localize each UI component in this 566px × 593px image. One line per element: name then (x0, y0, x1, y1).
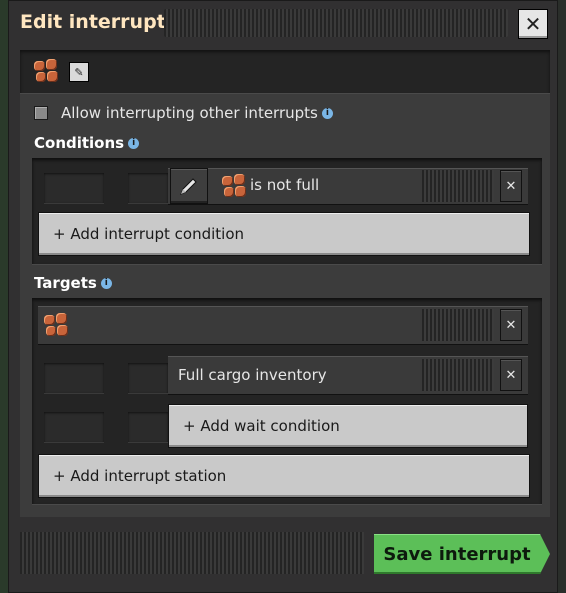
drag-handle[interactable] (422, 170, 494, 202)
save-interrupt-button[interactable]: Save interrupt (374, 534, 550, 574)
title-bar: Edit interrupt ✕ (8, 0, 558, 46)
info-icon[interactable]: i (321, 108, 333, 119)
background-edge-right (558, 0, 566, 593)
allow-interrupting-label: Allow interrupting other interrupts i (61, 104, 333, 122)
footer-drag-handle[interactable] (20, 532, 364, 574)
copper-ore-icon (34, 59, 58, 83)
window-title: Edit interrupt (20, 11, 166, 33)
target-station-row[interactable]: ✕ (38, 306, 528, 344)
conditions-heading: Conditions i (34, 134, 140, 152)
add-interrupt-station-button[interactable]: + Add interrupt station (38, 454, 530, 498)
target-slot-empty (44, 412, 104, 442)
close-button[interactable]: ✕ (518, 9, 548, 39)
close-icon: ✕ (505, 367, 517, 383)
allow-interrupting-checkbox[interactable] (34, 106, 48, 120)
remove-wait-condition-button[interactable]: ✕ (500, 359, 522, 391)
save-interrupt-label: Save interrupt (383, 543, 531, 565)
close-icon: ✕ (505, 317, 517, 333)
condition-row[interactable]: is not full ✕ (168, 168, 528, 204)
interrupt-content: ✎ Allow interrupting other interrupts i C… (20, 50, 550, 517)
remove-station-button[interactable]: ✕ (500, 309, 522, 341)
copper-ore-icon (44, 313, 68, 337)
targets-panel: ✕ Full cargo inventory ✕ + Add wait cond… (32, 298, 542, 504)
condition-slot-empty (44, 173, 104, 203)
pencil-icon: ✎ (74, 65, 84, 79)
wait-condition-row[interactable]: Full cargo inventory ✕ (168, 356, 528, 394)
add-interrupt-condition-button[interactable]: + Add interrupt condition (38, 212, 530, 256)
drag-handle[interactable] (422, 309, 494, 341)
target-slot-empty (44, 363, 104, 393)
info-icon[interactable]: i (128, 138, 140, 149)
conditions-panel: is not full ✕ + Add interrupt condition (32, 158, 542, 264)
targets-heading: Targets i (34, 274, 112, 292)
close-icon: ✕ (524, 12, 542, 36)
info-icon[interactable]: i (100, 278, 112, 289)
condition-text: is not full (250, 176, 320, 194)
remove-condition-button[interactable]: ✕ (500, 170, 522, 202)
window-drag-handle[interactable] (164, 9, 508, 37)
interrupt-name-bar: ✎ (20, 50, 550, 94)
target-slot-empty (128, 412, 168, 442)
edit-name-button[interactable]: ✎ (69, 62, 89, 82)
wait-condition-text: Full cargo inventory (178, 366, 327, 384)
pencil-icon (180, 178, 197, 195)
drag-handle[interactable] (422, 359, 494, 391)
edit-interrupt-window: Edit interrupt ✕ ✎ Allow interrupting ot… (8, 0, 558, 593)
add-wait-condition-button[interactable]: + Add wait condition (168, 404, 528, 448)
copper-ore-icon (222, 174, 246, 198)
close-icon: ✕ (505, 178, 517, 194)
edit-condition-button[interactable] (170, 168, 208, 204)
condition-slot-empty (128, 173, 168, 203)
target-slot-empty (128, 363, 168, 393)
